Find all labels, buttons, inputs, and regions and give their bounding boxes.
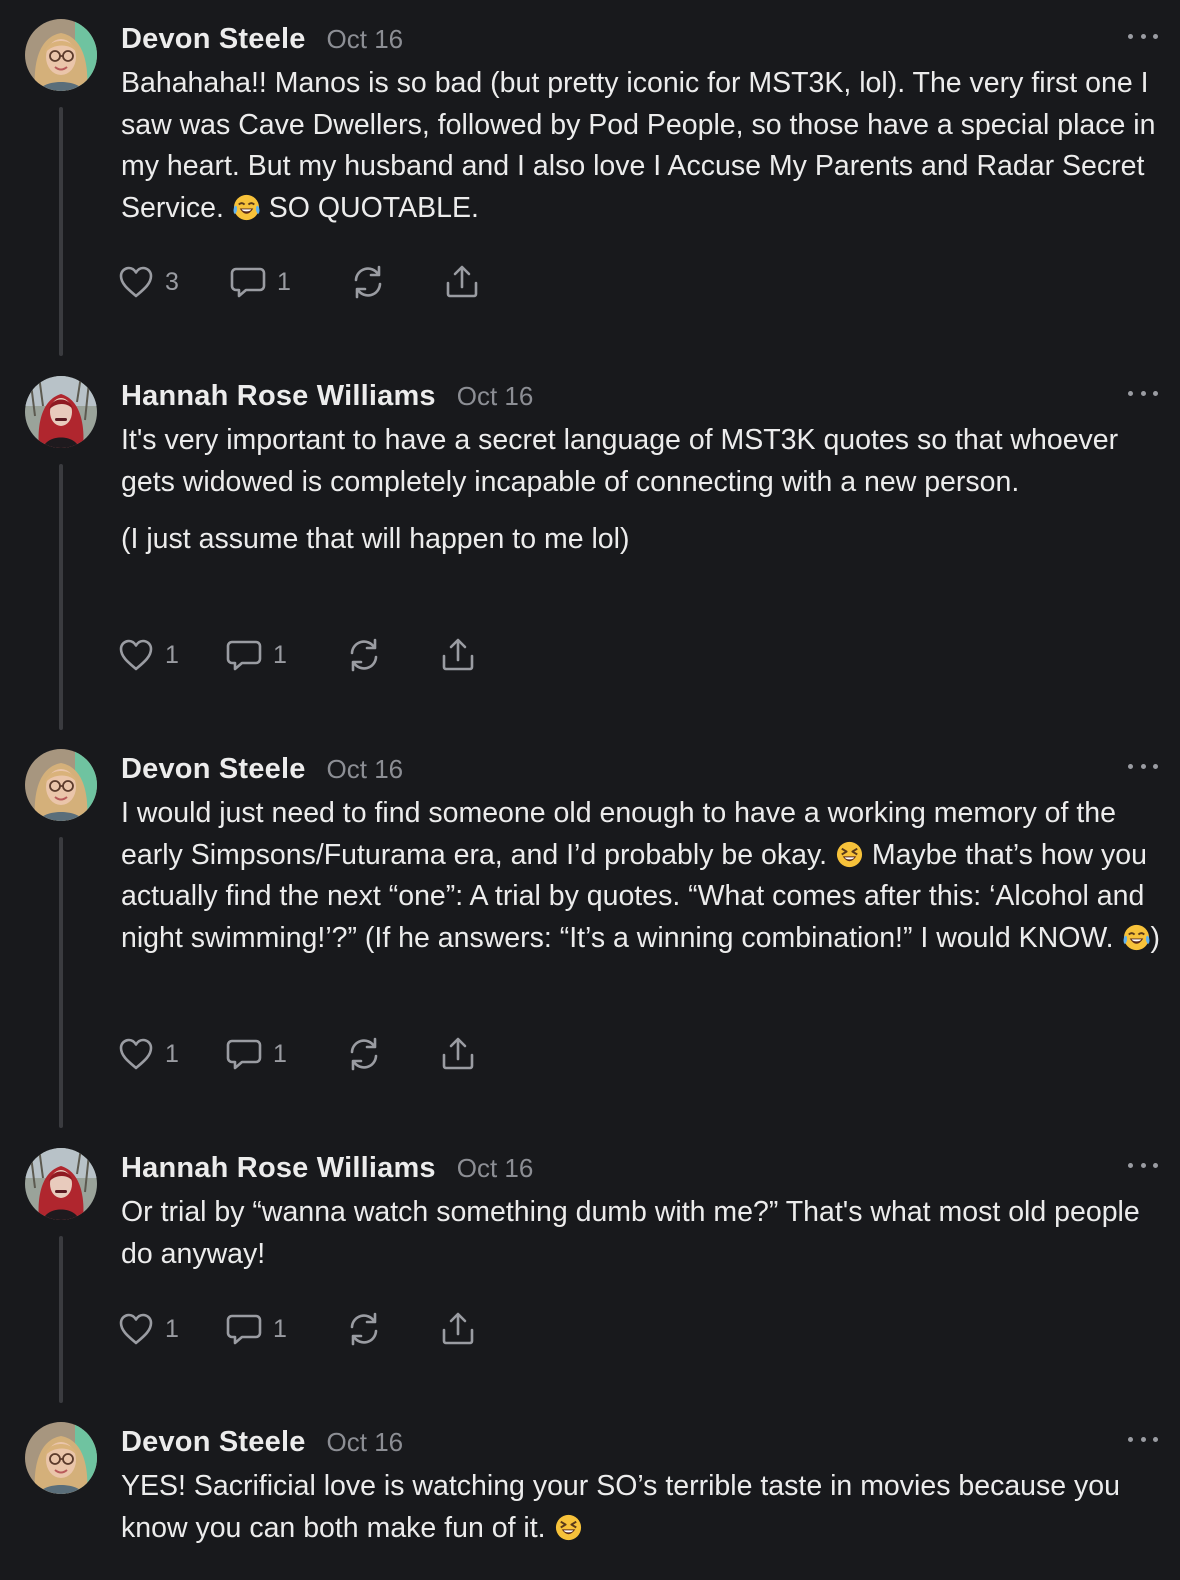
reply-button[interactable]: 1 (225, 1034, 287, 1074)
comment-date[interactable]: Oct 16 (327, 24, 404, 55)
share-button[interactable] (443, 262, 481, 302)
author-name[interactable]: Devon Steele (121, 1426, 306, 1459)
comment-text: It's very important to have a secret lan… (121, 424, 1119, 498)
avatar[interactable] (25, 749, 97, 821)
avatar[interactable] (25, 376, 97, 448)
comment-body: It's very important to have a secret lan… (121, 420, 1161, 561)
author-name[interactable]: Devon Steele (121, 23, 306, 56)
comment-header: Devon Steele Oct 16 (121, 1426, 403, 1462)
comment: Devon Steele Oct 16 YES! Sacrificial love … (0, 1403, 1180, 1580)
comment-header: Hannah Rose Williams Oct 16 (121, 380, 533, 416)
share-button[interactable] (439, 1309, 477, 1349)
comment-paragraph: I would just need to find someone old en… (121, 793, 1161, 959)
replies-count: 1 (273, 1314, 287, 1343)
restack-icon (345, 636, 383, 674)
comment-header: Devon Steele Oct 16 (121, 23, 403, 59)
comment-text: (I just assume that will happen to me lo… (121, 523, 630, 556)
avatar[interactable] (25, 1422, 97, 1494)
like-button[interactable]: 1 (117, 1309, 179, 1349)
share-icon (439, 1310, 477, 1348)
comment-header: Devon Steele Oct 16 (121, 753, 403, 789)
share-button[interactable] (439, 1034, 477, 1074)
share-button[interactable] (439, 635, 477, 675)
heart-icon (117, 1035, 155, 1073)
comment-paragraph: It's very important to have a secret lan… (121, 420, 1161, 503)
more-options-icon[interactable] (1128, 1433, 1158, 1445)
replies-count: 1 (273, 1039, 287, 1068)
comment-text: YES! Sacrificial love is watching your S… (121, 1470, 1121, 1544)
comment-paragraph: Or trial by “wanna watch something dumb … (121, 1192, 1161, 1275)
comment-paragraph: YES! Sacrificial love is watching your S… (121, 1466, 1161, 1549)
comment: Devon Steele Oct 16 Bahahaha!! Manos is so… (0, 0, 1180, 357)
comment-paragraph: Bahahaha!! Manos is so bad (but pretty i… (121, 63, 1161, 229)
comment-date[interactable]: Oct 16 (327, 754, 404, 785)
squinting-laugh-emoji (554, 1512, 583, 1544)
thread-line (59, 464, 63, 730)
like-button[interactable]: 1 (117, 1034, 179, 1074)
author-name[interactable]: Devon Steele (121, 753, 306, 786)
restack-icon (345, 1310, 383, 1348)
thread-line (59, 107, 63, 356)
comment-date[interactable]: Oct 16 (327, 1427, 404, 1458)
share-icon (443, 263, 481, 301)
avatar[interactable] (25, 19, 97, 91)
heart-icon (117, 636, 155, 674)
comment: Hannah Rose Williams Oct 16 Or trial by “w… (0, 1129, 1180, 1403)
author-name[interactable]: Hannah Rose Williams (121, 380, 436, 413)
comment-text: ) (1150, 921, 1161, 954)
like-button[interactable]: 3 (117, 262, 179, 302)
restack-button[interactable] (349, 262, 387, 302)
author-name[interactable]: Hannah Rose Williams (121, 1152, 436, 1185)
comment-body: Or trial by “wanna watch something dumb … (121, 1192, 1161, 1275)
replies-count: 1 (273, 640, 287, 669)
reply-button[interactable]: 1 (225, 1309, 287, 1349)
heart-icon (117, 1310, 155, 1348)
more-options-icon[interactable] (1128, 760, 1158, 772)
more-options-icon[interactable] (1128, 387, 1158, 399)
likes-count: 1 (165, 1314, 179, 1343)
more-options-icon[interactable] (1128, 1159, 1158, 1171)
more-options-icon[interactable] (1128, 30, 1158, 42)
restack-icon (345, 1035, 383, 1073)
reply-button[interactable]: 1 (229, 262, 291, 302)
restack-button[interactable] (345, 635, 383, 675)
tears-of-joy-emoji (232, 192, 261, 224)
comment-body: I would just need to find someone old en… (121, 793, 1161, 959)
comment-bubble-icon (225, 636, 263, 674)
comment-bubble-icon (225, 1035, 263, 1073)
comment-body: Bahahaha!! Manos is so bad (but pretty i… (121, 63, 1161, 229)
comment-bubble-icon (229, 263, 267, 301)
heart-icon (117, 263, 155, 301)
restack-icon (349, 263, 387, 301)
restack-button[interactable] (345, 1309, 383, 1349)
share-icon (439, 636, 477, 674)
thread-line (59, 1236, 63, 1403)
comment-bubble-icon (225, 1310, 263, 1348)
replies-count: 1 (277, 267, 291, 296)
comment-date[interactable]: Oct 16 (457, 1153, 534, 1184)
comment: Hannah Rose Williams Oct 16 It's very impo… (0, 357, 1180, 730)
reply-button[interactable]: 1 (225, 635, 287, 675)
comment-paragraph: (I just assume that will happen to me lo… (121, 519, 1161, 561)
comment-date[interactable]: Oct 16 (457, 381, 534, 412)
likes-count: 1 (165, 1039, 179, 1068)
comment: Devon Steele Oct 16 I would just need to f… (0, 730, 1180, 1129)
share-icon (439, 1035, 477, 1073)
likes-count: 3 (165, 267, 179, 296)
tears-of-joy-emoji (1122, 922, 1151, 954)
squinting-laugh-emoji (835, 839, 864, 871)
comment-text: SO QUOTABLE. (260, 191, 479, 224)
comment-body: YES! Sacrificial love is watching your S… (121, 1466, 1161, 1549)
comment-text: Or trial by “wanna watch something dumb … (121, 1196, 1140, 1270)
likes-count: 1 (165, 640, 179, 669)
avatar[interactable] (25, 1148, 97, 1220)
thread-line (59, 837, 63, 1128)
restack-button[interactable] (345, 1034, 383, 1074)
like-button[interactable]: 1 (117, 635, 179, 675)
comment-header: Hannah Rose Williams Oct 16 (121, 1152, 533, 1188)
